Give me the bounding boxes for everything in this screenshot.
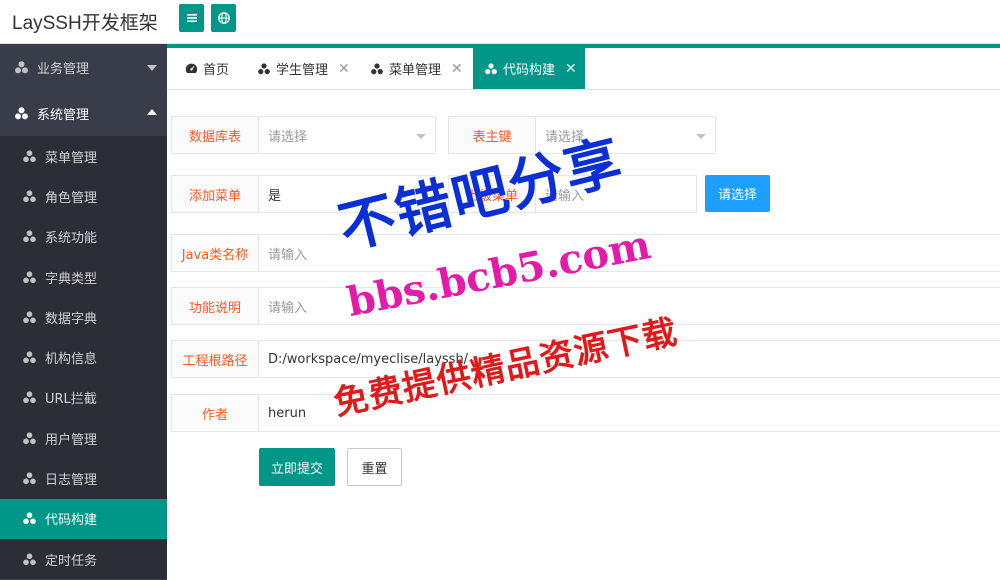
sidebar-item-label: 数据字典 bbox=[45, 311, 98, 327]
sidebar-item-label: 字典类型 bbox=[45, 271, 98, 287]
field-label: 工程根路径 bbox=[171, 340, 259, 378]
close-icon[interactable]: ✕ bbox=[451, 61, 463, 77]
sidebar-item-label: 日志管理 bbox=[45, 473, 98, 489]
dashboard-icon bbox=[185, 63, 198, 73]
author-input[interactable]: herun bbox=[259, 394, 1000, 432]
cubes-icon bbox=[15, 106, 28, 119]
sidebar-group-system[interactable]: 系统管理 bbox=[0, 90, 167, 136]
description-input[interactable]: 请输入 bbox=[259, 287, 1000, 325]
cubes-icon bbox=[23, 150, 36, 162]
sidebar-item-url[interactable]: URL拦截 bbox=[0, 378, 167, 418]
sidebar-item-function[interactable]: 系统功能 bbox=[0, 217, 167, 257]
field-label: 添加菜单 bbox=[171, 175, 259, 213]
reset-button[interactable]: 重置 bbox=[347, 448, 402, 486]
sidebar-item-label: 系统功能 bbox=[45, 231, 98, 247]
hamburger-icon bbox=[186, 14, 197, 22]
field-label: Java类名称 bbox=[171, 234, 259, 272]
sidebar-item-label: 角色管理 bbox=[45, 190, 98, 206]
sidebar-item-menu[interactable]: 菜单管理 bbox=[0, 136, 167, 176]
form-row-root: 工程根路径 D:/workspace/myeclise/layssh/ bbox=[171, 340, 1000, 378]
tab-home[interactable]: 首页 bbox=[185, 48, 229, 89]
app-logo: LaySSH开发框架 bbox=[12, 13, 158, 34]
sidebar-sub-list: 菜单管理 角色管理 系统功能 字典类型 数据字典 机构信息 URL拦截 用户管理… bbox=[0, 136, 167, 580]
sidebar-item-codegen[interactable]: 代码构建 bbox=[0, 498, 167, 539]
caret-down-icon bbox=[416, 134, 426, 139]
sidebar-item-label: 机构信息 bbox=[45, 352, 98, 368]
form-row-menu: 添加菜单 是 上级菜单 请输入 请选择 bbox=[171, 175, 771, 213]
close-icon[interactable]: ✕ bbox=[565, 61, 577, 77]
chevron-up-icon bbox=[147, 109, 157, 115]
field-label: 作者 bbox=[171, 394, 259, 432]
tab-label: 代码构建 bbox=[503, 63, 556, 78]
tab-label: 菜单管理 bbox=[389, 63, 442, 78]
table-select[interactable]: 请选择 bbox=[259, 116, 436, 154]
tab-students[interactable]: 学生管理 ✕ bbox=[257, 48, 350, 89]
cubes-icon bbox=[23, 190, 36, 203]
cubes-icon bbox=[23, 553, 36, 565]
sidebar-group-label: 业务管理 bbox=[37, 61, 90, 77]
sidebar-group-business[interactable]: 业务管理 bbox=[0, 44, 167, 90]
cubes-icon bbox=[371, 62, 383, 74]
form-row-class: Java类名称 请输入 bbox=[171, 234, 1000, 272]
caret-down-icon bbox=[696, 134, 706, 139]
sidebar: 业务管理 系统管理 菜单管理 角色管理 系统功能 字典类型 数据字典 机构信息 … bbox=[0, 44, 167, 580]
close-icon[interactable]: ✕ bbox=[338, 61, 350, 77]
cubes-icon bbox=[485, 62, 497, 74]
sidebar-group-label: 系统管理 bbox=[37, 107, 90, 123]
sidebar-item-schedule[interactable]: 定时任务 bbox=[0, 539, 167, 579]
cubes-icon bbox=[23, 311, 36, 323]
cubes-icon bbox=[258, 62, 270, 74]
field-label: 数据库表 bbox=[171, 116, 259, 154]
globe-button[interactable] bbox=[211, 4, 236, 32]
tab-bar: 首页 学生管理 ✕ 菜单管理 ✕ 代码构建 ✕ bbox=[167, 44, 1000, 90]
field-label: 上级菜单 bbox=[448, 175, 536, 213]
menu-toggle-button[interactable] bbox=[179, 4, 204, 32]
submit-button[interactable]: 立即提交 bbox=[259, 448, 335, 486]
sidebar-item-log[interactable]: 日志管理 bbox=[0, 458, 167, 498]
cubes-icon bbox=[23, 351, 36, 364]
choose-button[interactable]: 请选择 bbox=[705, 175, 770, 212]
sidebar-item-label: 用户管理 bbox=[45, 432, 98, 448]
sidebar-item-org[interactable]: 机构信息 bbox=[0, 337, 167, 377]
field-label: 表主键 bbox=[448, 116, 536, 154]
cubes-icon bbox=[23, 391, 36, 404]
sidebar-item-label: 菜单管理 bbox=[45, 150, 98, 166]
globe-icon bbox=[217, 12, 230, 24]
add-menu-select[interactable]: 是 bbox=[259, 175, 436, 213]
tab-menu[interactable]: 菜单管理 ✕ bbox=[370, 48, 463, 89]
sidebar-item-dict-data[interactable]: 数据字典 bbox=[0, 297, 167, 337]
form-row-author: 作者 herun bbox=[171, 394, 1000, 432]
chevron-down-icon bbox=[147, 65, 157, 71]
sidebar-item-label: 定时任务 bbox=[45, 553, 98, 569]
tab-codegen[interactable]: 代码构建 ✕ bbox=[473, 48, 585, 89]
top-header: LaySSH开发框架 bbox=[0, 0, 1000, 44]
field-label: 功能说明 bbox=[171, 287, 259, 325]
root-path-input[interactable]: D:/workspace/myeclise/layssh/ bbox=[259, 340, 1000, 378]
cubes-icon bbox=[15, 60, 28, 73]
select-placeholder: 请选择 bbox=[268, 129, 308, 145]
sidebar-item-label: 代码构建 bbox=[45, 513, 98, 529]
cubes-icon bbox=[23, 472, 36, 485]
form-row-desc: 功能说明 请输入 bbox=[171, 287, 1000, 325]
cubes-icon bbox=[23, 270, 36, 283]
tab-label: 学生管理 bbox=[276, 63, 329, 78]
sidebar-item-role[interactable]: 角色管理 bbox=[0, 176, 167, 216]
parent-menu-input[interactable]: 请输入 bbox=[536, 175, 697, 213]
form-row-table: 数据库表 请选择 表主键 请选择 bbox=[171, 116, 716, 154]
tab-label: 首页 bbox=[203, 63, 230, 78]
sidebar-item-label: URL拦截 bbox=[45, 392, 97, 408]
cubes-icon bbox=[23, 230, 36, 243]
cubes-icon bbox=[23, 512, 36, 525]
sidebar-item-user[interactable]: 用户管理 bbox=[0, 418, 167, 458]
sidebar-item-dict-type[interactable]: 字典类型 bbox=[0, 257, 167, 297]
select-placeholder: 请选择 bbox=[545, 129, 585, 145]
class-name-input[interactable]: 请输入 bbox=[259, 234, 1000, 272]
primary-key-select[interactable]: 请选择 bbox=[536, 116, 716, 154]
cubes-icon bbox=[23, 432, 36, 444]
